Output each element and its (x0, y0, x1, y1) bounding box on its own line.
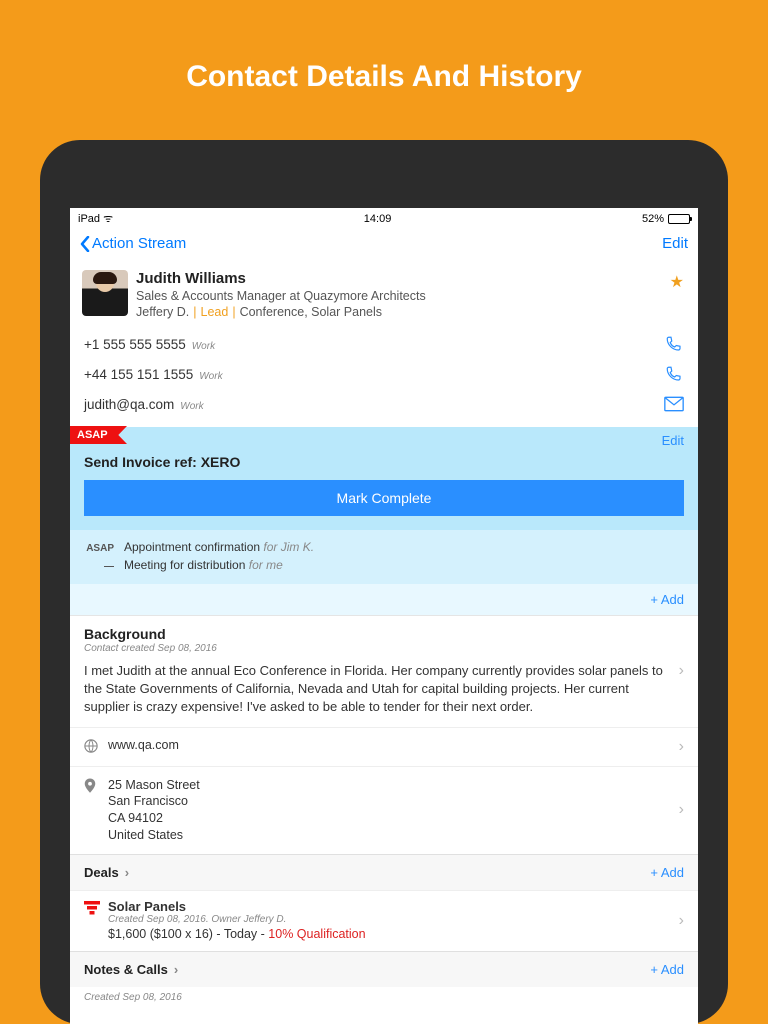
clock: 14:09 (364, 213, 392, 225)
chevron-left-icon (80, 236, 90, 252)
mail-icon[interactable] (664, 395, 684, 413)
star-icon[interactable]: ★ (670, 272, 684, 292)
edit-button[interactable]: Edit (662, 235, 688, 252)
phone-icon[interactable] (664, 365, 684, 383)
phone-1-label: Work (192, 341, 215, 352)
back-label: Action Stream (92, 235, 186, 252)
task-title: Send Invoice ref: XERO (70, 450, 698, 480)
notes-created: Created Sep 08, 2016 (84, 992, 684, 1003)
battery-percent: 52% (642, 213, 664, 225)
background-heading: Background (84, 626, 684, 642)
app-screen: iPad ᯤ 14:09 52% Action Stream Edit Judi… (70, 208, 698, 1024)
chevron-right-icon: › (174, 962, 178, 977)
background-section[interactable]: Background Contact created Sep 08, 2016 … (70, 615, 698, 727)
subtask-row[interactable]: ASAP Appointment confirmation for Jim K. (84, 540, 684, 554)
email-row[interactable]: judith@qa.com Work (70, 389, 698, 419)
nav-bar: Action Stream Edit (70, 229, 698, 262)
deal-row[interactable]: Solar Panels Created Sep 08, 2016. Owner… (70, 890, 698, 951)
address-lines: 25 Mason Street San Francisco CA 94102 U… (108, 777, 200, 845)
contact-meta: Jeffery D.|Lead|Conference, Solar Panels (136, 305, 686, 319)
email-label: Work (180, 401, 203, 412)
pin-icon (84, 778, 98, 797)
mark-complete-button[interactable]: Mark Complete (84, 480, 684, 516)
contact-name: Judith Williams (136, 270, 686, 287)
status-bar: iPad ᯤ 14:09 52% (70, 208, 698, 229)
chevron-right-icon: › (679, 662, 684, 680)
address-row[interactable]: 25 Mason Street San Francisco CA 94102 U… (70, 766, 698, 855)
battery-icon (668, 214, 690, 224)
add-note-button[interactable]: + Add (650, 962, 684, 977)
chevron-right-icon: › (679, 738, 684, 756)
deal-meta: Created Sep 08, 2016. Owner Jeffery D. (108, 914, 366, 925)
avatar[interactable] (82, 270, 128, 316)
phone-2-label: Work (199, 371, 222, 382)
background-text: I met Judith at the annual Eco Conferenc… (84, 662, 684, 717)
subtasks: ASAP Appointment confirmation for Jim K.… (70, 530, 698, 584)
contact-header: Judith Williams Sales & Accounts Manager… (70, 262, 698, 329)
subtask-row[interactable]: — Meeting for distribution for me (84, 558, 684, 572)
chevron-right-icon: › (125, 865, 129, 880)
website-row[interactable]: www.qa.com › (70, 727, 698, 766)
add-deal-button[interactable]: + Add (650, 865, 684, 880)
task-edit-button[interactable]: Edit (662, 433, 684, 448)
funnel-icon (84, 901, 100, 941)
contact-title: Sales & Accounts Manager at Quazymore Ar… (136, 289, 686, 303)
add-action-button[interactable]: + Add (70, 584, 698, 615)
website-value: www.qa.com (108, 738, 179, 752)
deal-name: Solar Panels (108, 899, 366, 914)
phone-row-2[interactable]: +44 155 151 1555 Work (70, 359, 698, 389)
back-button[interactable]: Action Stream (80, 235, 186, 252)
tablet-frame: iPad ᯤ 14:09 52% Action Stream Edit Judi… (40, 140, 728, 1024)
phone-row-1[interactable]: +1 555 555 5555 Work (70, 329, 698, 359)
deal-amount: $1,600 ($100 x 16) - Today - 10% Qualifi… (108, 927, 366, 941)
globe-icon (84, 739, 98, 756)
background-created: Contact created Sep 08, 2016 (84, 643, 684, 654)
chevron-right-icon: › (679, 912, 684, 930)
phone-1-value: +1 555 555 5555 (84, 337, 186, 352)
next-action-panel: ASAP Edit Send Invoice ref: XERO Mark Co… (70, 427, 698, 615)
phone-icon[interactable] (664, 335, 684, 353)
email-value: judith@qa.com (84, 397, 174, 412)
wifi-icon: ᯤ (103, 213, 113, 225)
phone-2-value: +44 155 151 1555 (84, 367, 193, 382)
device-label: iPad ᯤ (78, 211, 113, 226)
notes-header[interactable]: Notes & Calls› + Add (70, 951, 698, 987)
deals-header[interactable]: Deals› + Add (70, 854, 698, 890)
chevron-right-icon: › (679, 801, 684, 819)
marketing-heading: Contact Details And History (0, 0, 768, 134)
